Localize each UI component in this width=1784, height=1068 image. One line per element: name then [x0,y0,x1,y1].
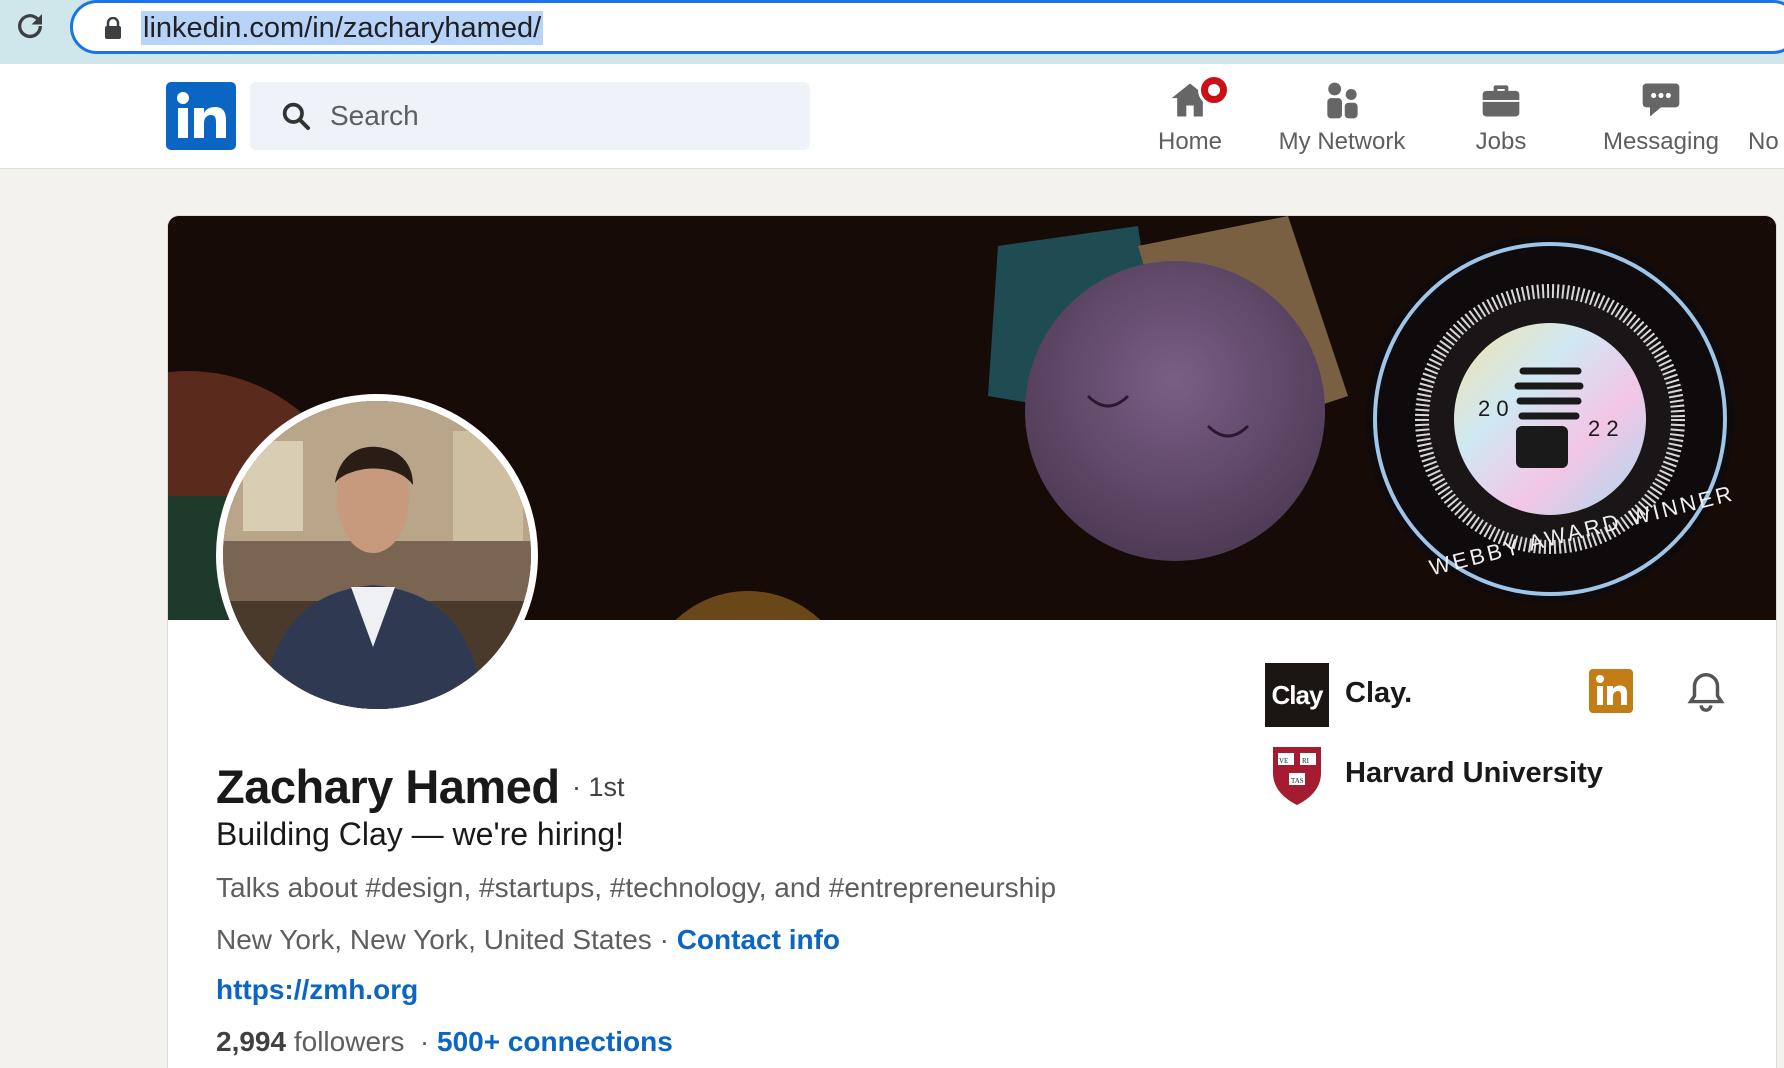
org-clay-name: Clay. [1345,677,1413,709]
connections-link[interactable]: 500+ connections [437,1026,673,1057]
profile-card: 2 0 2 2 WEBBY AWARD WINNER Zachary Hamed [167,215,1777,1068]
followers-label: followers [293,1026,405,1057]
location-text: New York, New York, United States [216,924,652,955]
nav-home[interactable]: Home [1140,74,1240,164]
clay-logo: Clay [1265,663,1329,727]
nav-messaging[interactable]: Messaging [1596,74,1726,164]
svg-text:VE: VE [1279,757,1288,765]
messaging-icon [1642,83,1680,117]
svg-text:TAS: TAS [1291,777,1304,785]
nav-my-network-label: My Network [1278,128,1406,155]
address-bar[interactable]: linkedin.com/in/zacharyhamed/ [70,0,1784,54]
lock-icon [105,17,121,39]
svg-text:RI: RI [1302,757,1310,765]
nav-notifications[interactable]: No [1748,74,1784,164]
org-harvard-name: Harvard University [1345,757,1603,789]
nav-jobs[interactable]: Jobs [1451,74,1551,164]
badge-year-right: 2 2 [1588,416,1619,441]
profile-photo[interactable] [216,394,538,716]
clay-logo-text: Clay [1271,680,1324,710]
search-bar[interactable]: Search [250,82,810,150]
stats-separator: · [419,1026,430,1057]
search-icon [282,102,310,130]
stats-line: 2,994 followers · 500+ connections [216,1026,673,1058]
harvard-shield-icon: VE RI TAS [1273,747,1321,805]
search-input[interactable]: Search [330,100,419,132]
org-harvard[interactable]: VE RI TAS Harvard University [1265,743,1665,807]
briefcase-icon [1482,85,1520,117]
location-separator: · [659,924,669,955]
contact-info-link[interactable]: Contact info [677,924,840,955]
bell-icon[interactable] [1683,669,1729,715]
reload-icon[interactable] [12,8,48,44]
person-photo [223,401,531,709]
nav-jobs-label: Jobs [1475,128,1527,155]
connection-degree: · 1st [572,772,625,802]
org-clay[interactable]: Clay Clay. [1265,663,1665,727]
nav-home-label: Home [1157,128,1223,155]
profile-name: Zachary Hamed [216,760,560,813]
talks-about: Talks about #design, #startups, #technol… [216,872,1057,903]
website-link[interactable]: https://zmh.org [216,974,418,1006]
nav-my-network[interactable]: My Network [1268,74,1416,164]
location-line: New York, New York, United States · Cont… [216,924,840,956]
linkedin-logo-icon [177,92,226,138]
nav-messaging-label: Messaging [1602,128,1720,155]
linkedin-logo[interactable] [166,82,236,150]
badge-year-left: 2 0 [1478,396,1509,421]
network-icon [1327,82,1358,119]
nav-notifications-label: No [1748,128,1779,155]
url-text[interactable]: linkedin.com/in/zacharyhamed/ [141,11,544,45]
profile-headline: Building Clay — we're hiring! [216,816,625,852]
followers-count: 2,994 [216,1026,287,1057]
linkedin-navbar: Search Home My Network Jobs Messaging No [0,64,1784,169]
notification-badge [1198,74,1230,106]
browser-toolbar: linkedin.com/in/zacharyhamed/ [0,0,1784,64]
